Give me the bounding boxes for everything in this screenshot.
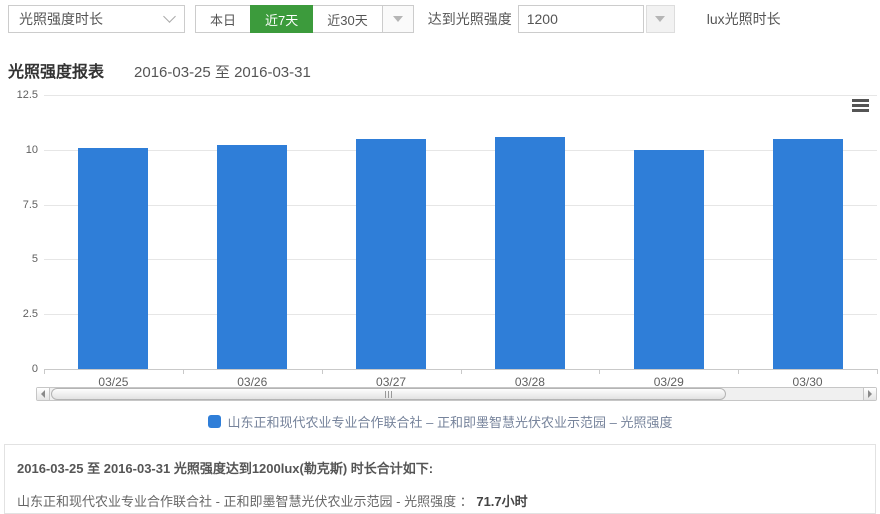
y-axis-tick-label: 5 xyxy=(0,253,38,265)
threshold-label: 达到光照强度 xyxy=(428,9,512,29)
caret-down-icon xyxy=(393,16,403,22)
legend-series-label: 山东正和现代农业专业合作联合社 – 正和即墨智慧光伏农业示范园 – 光照强度 xyxy=(228,412,673,431)
toolbar: 光照强度时长 本日 近7天 近30天 达到光照强度 lux光照时长 xyxy=(8,5,880,33)
bar-03/26[interactable] xyxy=(217,145,287,369)
summary-panel: 2016-03-25 至 2016-03-31 光照强度达到1200lux(勒克… xyxy=(4,444,876,514)
range-button-last7days[interactable]: 近7天 xyxy=(250,5,313,33)
scrollbar-left-arrow-button[interactable] xyxy=(37,388,50,400)
bar-03/25[interactable] xyxy=(78,148,148,369)
y-axis-tick-label: 7.5 xyxy=(0,199,38,211)
scrollbar-thumb[interactable] xyxy=(51,388,726,400)
y-gridline xyxy=(44,259,877,260)
date-range-text: 2016-03-25 至 2016-03-31 xyxy=(134,61,311,82)
summary-heading: 2016-03-25 至 2016-03-31 光照强度达到1200lux(勒克… xyxy=(17,458,863,477)
threshold-combo xyxy=(518,5,675,33)
bar-chart: 02.557.51012.503/2503/2603/2703/2803/290… xyxy=(0,87,880,385)
unit-label: lux光照时长 xyxy=(707,9,781,29)
x-axis-tick xyxy=(461,369,462,374)
y-axis-tick-label: 0 xyxy=(0,363,38,375)
y-axis-tick-label: 10 xyxy=(0,144,38,156)
scrollbar-track[interactable] xyxy=(50,388,863,400)
y-gridline xyxy=(44,314,877,315)
x-axis-tick xyxy=(599,369,600,374)
legend-item[interactable]: 山东正和现代农业专业合作联合社 – 正和即墨智慧光伏农业示范园 – 光照强度 xyxy=(208,412,673,431)
report-header: 光照强度报表 2016-03-25 至 2016-03-31 xyxy=(8,58,880,82)
caret-down-icon xyxy=(655,16,665,22)
range-more-dropdown-button[interactable] xyxy=(382,5,414,33)
y-axis-tick-label: 12.5 xyxy=(0,89,38,101)
x-axis-tick xyxy=(322,369,323,374)
x-axis-tick xyxy=(877,369,878,374)
report-type-select[interactable]: 光照强度时长 xyxy=(8,5,185,33)
x-axis-tick xyxy=(183,369,184,374)
range-button-last30days[interactable]: 近30天 xyxy=(312,5,382,33)
bar-03/27[interactable] xyxy=(356,139,426,369)
bar-03/30[interactable] xyxy=(773,139,843,369)
arrow-left-icon xyxy=(41,390,45,398)
y-gridline xyxy=(44,150,877,151)
x-axis-tick xyxy=(738,369,739,374)
chart-legend: 山东正和现代农业专业合作联合社 – 正和即墨智慧光伏农业示范园 – 光照强度 xyxy=(0,412,880,431)
arrow-right-icon xyxy=(868,390,872,398)
x-axis-tick xyxy=(44,369,45,374)
light-intensity-report-page: 光照强度时长 本日 近7天 近30天 达到光照强度 lux光照时长 光照强度报表… xyxy=(0,5,880,511)
date-range-button-group: 本日 近7天 近30天 xyxy=(195,5,414,33)
bar-03/28[interactable] xyxy=(495,137,565,369)
summary-total-value: 71.7小时 xyxy=(476,494,527,509)
threshold-input[interactable] xyxy=(518,5,644,33)
scrollbar-right-arrow-button[interactable] xyxy=(863,388,876,400)
chart-export-menu-button[interactable] xyxy=(850,97,871,114)
y-gridline xyxy=(44,95,877,96)
legend-series-swatch xyxy=(208,415,221,428)
y-gridline xyxy=(44,205,877,206)
hamburger-menu-icon xyxy=(852,99,869,102)
report-type-selected-value: 光照强度时长 xyxy=(19,9,103,29)
summary-series-name: 山东正和现代农业专业合作联合社 - 正和即墨智慧光伏农业示范园 - 光照强度 ： xyxy=(17,494,476,509)
scrollbar-grip-icon xyxy=(388,391,389,398)
bar-03/29[interactable] xyxy=(634,150,704,369)
page-title: 光照强度报表 xyxy=(8,58,104,82)
range-button-today[interactable]: 本日 xyxy=(195,5,251,33)
chevron-down-icon xyxy=(163,10,176,23)
y-axis-tick-label: 2.5 xyxy=(0,308,38,320)
summary-total-row: 山东正和现代农业专业合作联合社 - 正和即墨智慧光伏农业示范园 - 光照强度 ：… xyxy=(17,491,863,510)
threshold-dropdown-button[interactable] xyxy=(646,5,675,33)
chart-horizontal-scrollbar xyxy=(36,387,877,401)
